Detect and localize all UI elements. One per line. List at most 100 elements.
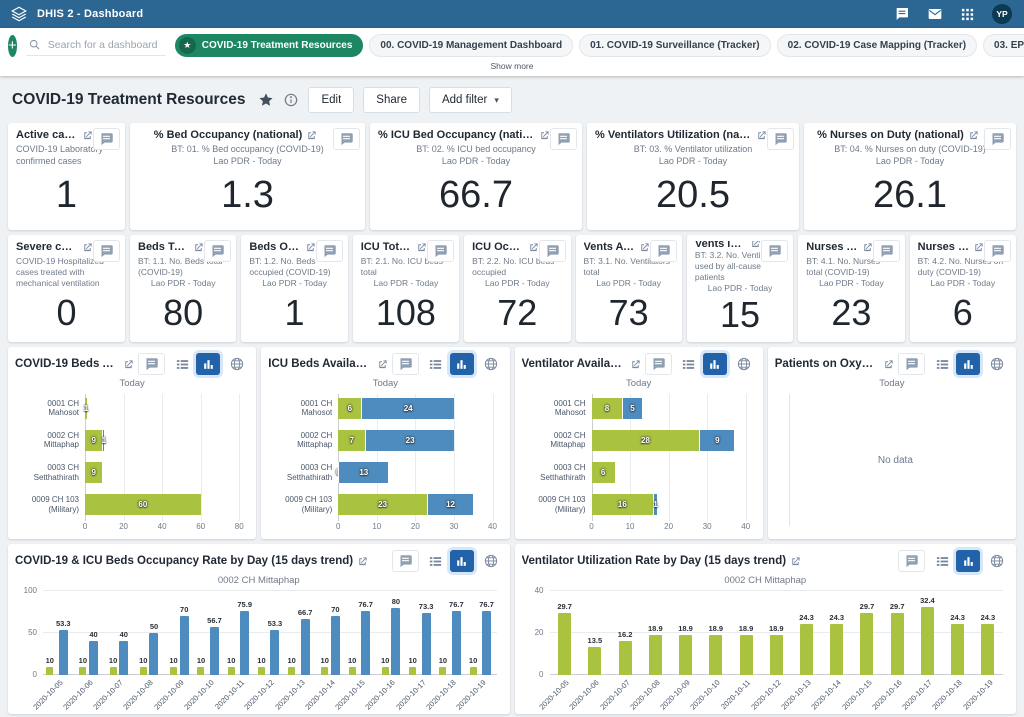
interpretations-button[interactable] bbox=[898, 353, 925, 375]
bar-blue[interactable] bbox=[301, 619, 310, 675]
bar-green[interactable] bbox=[800, 624, 813, 675]
bar-segment-blue[interactable]: 12 bbox=[427, 494, 473, 515]
bar-segment-green[interactable]: 9 bbox=[85, 430, 102, 451]
comment-button[interactable] bbox=[761, 240, 788, 262]
open-in-new-icon[interactable] bbox=[82, 130, 93, 141]
bar-blue[interactable] bbox=[59, 630, 68, 675]
bar-segment-green[interactable]: 7 bbox=[338, 430, 365, 451]
comment-button[interactable] bbox=[984, 128, 1011, 150]
open-in-new-icon[interactable] bbox=[377, 359, 388, 370]
open-in-new-icon[interactable] bbox=[416, 242, 427, 253]
bar-green[interactable] bbox=[709, 635, 722, 675]
chart-view-button[interactable] bbox=[450, 353, 474, 375]
bar-green[interactable] bbox=[860, 613, 873, 675]
bar-blue[interactable] bbox=[331, 616, 340, 675]
bar-segment-green[interactable]: 6 bbox=[592, 462, 615, 483]
bar-green[interactable] bbox=[830, 624, 843, 675]
bar-green[interactable] bbox=[439, 667, 446, 675]
table-view-button[interactable] bbox=[424, 550, 448, 572]
bar-green[interactable] bbox=[649, 635, 662, 675]
comment-button[interactable] bbox=[316, 240, 343, 262]
interpretations-button[interactable] bbox=[898, 550, 925, 572]
comment-button[interactable] bbox=[93, 128, 120, 150]
open-in-new-icon[interactable] bbox=[973, 242, 984, 253]
comment-button[interactable] bbox=[984, 240, 1011, 262]
bar-blue[interactable] bbox=[210, 627, 219, 675]
comment-button[interactable] bbox=[93, 240, 120, 262]
new-dashboard-button[interactable]: + bbox=[8, 35, 17, 57]
open-in-new-icon[interactable] bbox=[883, 359, 894, 370]
bar-segment-green[interactable]: 8 bbox=[592, 398, 623, 419]
open-in-new-icon[interactable] bbox=[306, 130, 317, 141]
dashboard-chip-02-covid-19-case-mapping-tracker[interactable]: 02. COVID-19 Case Mapping (Tracker) bbox=[777, 34, 977, 57]
chart-view-button[interactable] bbox=[703, 353, 727, 375]
open-in-new-icon[interactable] bbox=[123, 359, 134, 370]
comment-button[interactable] bbox=[204, 240, 231, 262]
bar-blue[interactable] bbox=[270, 630, 279, 675]
star-dashboard-button[interactable] bbox=[258, 92, 274, 108]
table-view-button[interactable] bbox=[170, 353, 194, 375]
interpretations-icon[interactable] bbox=[894, 6, 910, 22]
bar-green[interactable] bbox=[288, 667, 295, 675]
bar-green[interactable] bbox=[197, 667, 204, 675]
comment-button[interactable] bbox=[539, 240, 566, 262]
edit-button[interactable]: Edit bbox=[308, 87, 354, 113]
bar-blue[interactable] bbox=[119, 641, 128, 675]
add-filter-button[interactable]: Add filter ▾ bbox=[429, 87, 512, 113]
chart-view-button[interactable] bbox=[450, 550, 474, 572]
chart-view-button[interactable] bbox=[956, 353, 980, 375]
bar-segment-green[interactable]: 9 bbox=[85, 462, 102, 483]
comment-button[interactable] bbox=[550, 128, 577, 150]
chart-view-button[interactable] bbox=[956, 550, 980, 572]
bar-blue[interactable] bbox=[240, 611, 249, 675]
chart-view-button[interactable] bbox=[196, 353, 220, 375]
comment-button[interactable] bbox=[650, 240, 677, 262]
open-in-new-icon[interactable] bbox=[357, 556, 368, 567]
dashboard-info-icon[interactable] bbox=[283, 92, 299, 108]
bar-green[interactable] bbox=[679, 635, 692, 675]
bar-blue[interactable] bbox=[89, 641, 98, 675]
bar-green[interactable] bbox=[170, 667, 177, 675]
bar-green[interactable] bbox=[558, 613, 571, 675]
open-in-new-icon[interactable] bbox=[968, 130, 979, 141]
open-in-new-icon[interactable] bbox=[639, 242, 650, 253]
dashboard-search-input[interactable] bbox=[46, 38, 164, 52]
bar-green[interactable] bbox=[46, 667, 53, 675]
bar-segment-green[interactable]: 1 bbox=[85, 398, 87, 419]
bar-segment-blue[interactable]: 9 bbox=[699, 430, 734, 451]
bar-green[interactable] bbox=[619, 641, 632, 675]
bar-green[interactable] bbox=[921, 607, 934, 675]
comment-button[interactable] bbox=[427, 240, 454, 262]
open-in-new-icon[interactable] bbox=[756, 130, 767, 141]
interpretations-button[interactable] bbox=[645, 353, 672, 375]
bar-segment-green[interactable]: 6 bbox=[338, 398, 361, 419]
bar-segment-blue[interactable]: 1 bbox=[653, 494, 657, 515]
comment-button[interactable] bbox=[333, 128, 360, 150]
table-view-button[interactable] bbox=[930, 550, 954, 572]
comment-button[interactable] bbox=[873, 240, 900, 262]
bar-blue[interactable] bbox=[482, 611, 491, 675]
map-view-button[interactable] bbox=[225, 353, 249, 375]
bar-green[interactable] bbox=[951, 624, 964, 675]
interpretations-button[interactable] bbox=[392, 550, 419, 572]
bar-segment-green[interactable]: 60 bbox=[85, 494, 201, 515]
open-in-new-icon[interactable] bbox=[750, 241, 761, 247]
dashboard-chip-01-covid-19-surveillance-tracker[interactable]: 01. COVID-19 Surveillance (Tracker) bbox=[579, 34, 771, 57]
bar-segment-blue[interactable]: 24 bbox=[361, 398, 454, 419]
messages-icon[interactable] bbox=[927, 6, 943, 22]
bar-green[interactable] bbox=[79, 667, 86, 675]
apps-icon[interactable] bbox=[960, 7, 975, 22]
interpretations-button[interactable] bbox=[392, 353, 419, 375]
map-view-button[interactable] bbox=[479, 353, 503, 375]
bar-green[interactable] bbox=[258, 667, 265, 675]
bar-segment-blue[interactable]: 5 bbox=[622, 398, 641, 419]
user-avatar[interactable]: YP bbox=[992, 4, 1012, 24]
map-view-button[interactable] bbox=[732, 353, 756, 375]
bar-green[interactable] bbox=[382, 667, 389, 675]
interpretations-button[interactable] bbox=[138, 353, 165, 375]
table-view-button[interactable] bbox=[677, 353, 701, 375]
open-in-new-icon[interactable] bbox=[193, 242, 204, 253]
bar-green[interactable] bbox=[588, 647, 601, 675]
open-in-new-icon[interactable] bbox=[862, 242, 873, 253]
bar-blue[interactable] bbox=[422, 613, 431, 675]
